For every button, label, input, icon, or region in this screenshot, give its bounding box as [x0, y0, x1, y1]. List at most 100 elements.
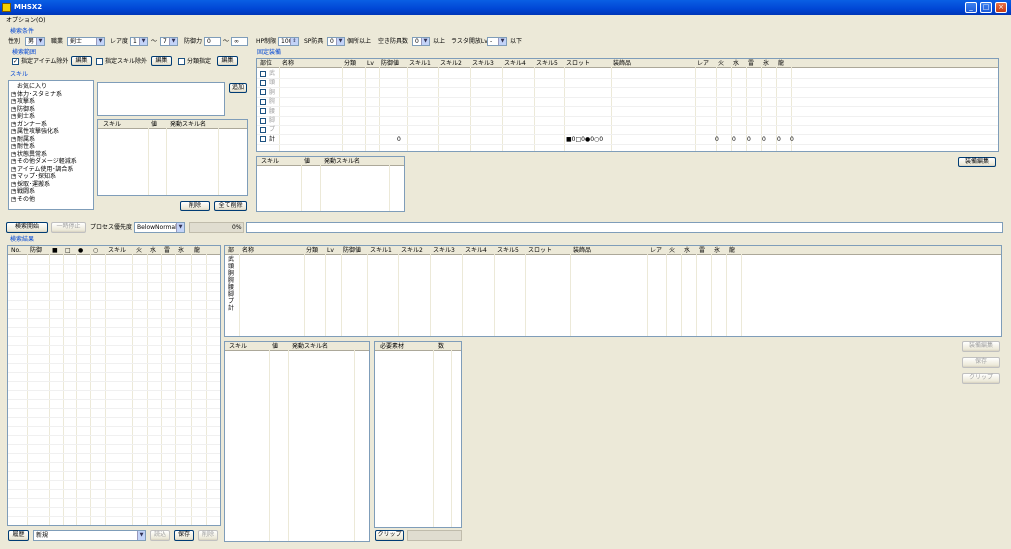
skill-tree-node[interactable]: +耐性系 [9, 143, 93, 151]
skill-candidate-list[interactable] [97, 82, 225, 116]
fixed-skill-table[interactable]: スキル 値 発動スキル名 [256, 156, 405, 212]
defense-min-input[interactable]: 0 [204, 37, 221, 46]
expand-icon[interactable]: + [11, 174, 16, 179]
expand-icon[interactable]: + [11, 166, 16, 172]
expand-icon[interactable]: + [11, 129, 16, 134]
skill-tree-node[interactable]: +マップ･探知系 [9, 173, 93, 181]
expand-icon[interactable]: + [11, 106, 16, 112]
exclude-item-checkbox[interactable]: ✓ [12, 58, 19, 65]
search-range-label: 検索範囲 [12, 49, 37, 56]
slot-label: 空き防具数 [378, 38, 409, 45]
skill-tree-node-label: 状態異常系 [17, 150, 48, 158]
delete-all-skills-button[interactable]: 全て削除 [214, 201, 247, 211]
part-lock-checkbox[interactable] [260, 98, 266, 105]
part-label: 頭 [269, 79, 276, 87]
expand-icon[interactable]: + [11, 196, 16, 202]
sp-suffix: 個所以上 [347, 38, 372, 45]
expand-icon[interactable]: + [11, 114, 16, 119]
expand-icon[interactable]: + [11, 181, 16, 187]
fixed-col-header: 龍 [778, 60, 785, 67]
rarity-min-select[interactable]: 1 ▼ [130, 37, 148, 46]
fixed-equipment-table[interactable]: 部位 名称 分類 Lv 防御値 スキル1 スキル2 スキル3 スキル4 スキル5 スロット 装飾品 レア… [256, 58, 999, 152]
hp-stepper[interactable]: 100 ⇕ [278, 37, 299, 46]
row-divider [8, 480, 220, 481]
skill-tree-node[interactable]: +属性攻撃強化系 [9, 128, 93, 136]
skill-tree-node[interactable]: +攻撃系 [9, 98, 93, 106]
save-history-button[interactable]: 保存 [174, 530, 194, 541]
detail-equipment-table[interactable]: 部名称 分類 Lv 防御値 スキル1 スキル2 スキル3 スキル4 スキル5 スロット 装飾品 レア火… [224, 245, 1002, 337]
defense-max-input[interactable]: ∞ [231, 37, 248, 46]
minimize-button[interactable]: _ [965, 2, 977, 13]
detail-clip-button[interactable]: クリップ [962, 373, 1000, 384]
history-button[interactable]: 履歴 [8, 530, 29, 541]
start-search-button[interactable]: 検索開始 [6, 222, 48, 233]
skill-tree-node[interactable]: +アイテム使用･調合系 [9, 166, 93, 174]
part-lock-checkbox[interactable] [260, 117, 266, 124]
expand-icon[interactable]: + [11, 121, 16, 127]
rarity-max-select[interactable]: 7 ▼ [160, 37, 178, 46]
job-select[interactable]: 剣士 ▼ [67, 37, 105, 46]
skill-tree[interactable]: お気に入り +体力･スタミナ系 +攻撃系 +防御系 +剣士系 +ガンナー系 +属性攻撃強化系… [8, 80, 94, 210]
gender-select[interactable]: 男 ▼ [25, 37, 45, 46]
class-spec-checkbox[interactable] [178, 58, 185, 65]
lastlv-select[interactable]: - ▼ [487, 37, 507, 46]
detail-col-header: スキル5 [497, 247, 519, 254]
detail-equip-edit-button[interactable]: 装備編集 [962, 341, 1000, 352]
column-divider [161, 246, 162, 525]
skill-tree-node[interactable]: +防御系 [9, 106, 93, 114]
history-select[interactable]: 新規 ▼ [33, 530, 146, 541]
edit-class-spec-button[interactable]: 編集 [217, 56, 238, 66]
expand-icon[interactable]: + [11, 99, 16, 104]
skill-tree-node[interactable]: お気に入り [9, 83, 93, 91]
skill-tree-node[interactable]: +体力･スタミナ系 [9, 91, 93, 99]
close-button[interactable]: × [995, 2, 1007, 13]
delete-skill-button[interactable]: 削除 [180, 201, 210, 211]
results-col-header: ○ [93, 247, 99, 254]
detail-skill-table[interactable]: スキル 値 発動スキル名 [224, 341, 370, 542]
skill-tree-node[interactable]: +その他ダメージ軽減系 [9, 158, 93, 166]
results-table[interactable]: No. 防御 ■ □ ● ○ スキル 火水雷氷 龍 [7, 245, 221, 526]
expand-icon[interactable]: + [11, 144, 16, 149]
slot-select[interactable]: 0 ▼ [412, 37, 430, 46]
detail-save-button[interactable]: 保存 [962, 357, 1000, 368]
maximize-button[interactable]: □ [980, 2, 992, 13]
material-table[interactable]: 必要素材 数 [374, 341, 462, 528]
expand-icon[interactable]: + [11, 136, 16, 142]
skill-tree-node[interactable]: +耐属系 [9, 136, 93, 144]
delete-history-button[interactable]: 削除 [198, 530, 218, 541]
menu-options[interactable]: オプション(O) [6, 17, 45, 24]
skill-tree-node[interactable]: +戦闘系 [9, 188, 93, 196]
part-lock-checkbox[interactable] [260, 108, 266, 115]
row-divider [8, 327, 220, 328]
expand-icon[interactable]: + [11, 159, 16, 164]
skill-tree-node[interactable]: +ガンナー系 [9, 121, 93, 129]
skill-tree-node[interactable]: +状態異常系 [9, 151, 93, 159]
expand-icon[interactable]: + [11, 151, 16, 157]
equip-edit-button[interactable]: 装備編集 [958, 157, 996, 167]
edit-exclude-item-button[interactable]: 編集 [71, 56, 92, 66]
sp-select[interactable]: 0 ▼ [327, 37, 345, 46]
skill-tree-node[interactable]: +剣士系 [9, 113, 93, 121]
part-lock-checkbox[interactable] [260, 70, 266, 77]
expand-icon[interactable]: + [11, 91, 16, 97]
load-history-button[interactable]: 読込 [150, 530, 170, 541]
expand-icon[interactable]: + [11, 189, 16, 194]
edit-exclude-skill-button[interactable]: 編集 [151, 56, 172, 66]
selected-skill-table[interactable]: スキル 値 発動スキル名 [97, 119, 248, 196]
skill-tree-node-label: 攻撃系 [17, 98, 36, 105]
skill-tree-node[interactable]: +その他 [9, 196, 93, 204]
add-skill-button[interactable]: 追加 [229, 83, 247, 93]
part-lock-checkbox[interactable] [260, 136, 266, 143]
material-clip-button[interactable]: クリップ [375, 530, 404, 541]
fixed-col-header: 装飾品 [613, 60, 632, 67]
exclude-skill-checkbox[interactable] [96, 58, 103, 65]
column-divider [525, 246, 526, 336]
part-lock-checkbox[interactable] [260, 79, 266, 86]
column-divider [494, 246, 495, 336]
pause-button[interactable]: 一時停止 [51, 222, 86, 233]
part-lock-checkbox[interactable] [260, 126, 266, 133]
column-divider [367, 246, 368, 336]
skill-tree-node[interactable]: +採取･運搬系 [9, 181, 93, 189]
part-lock-checkbox[interactable] [260, 89, 266, 96]
priority-select[interactable]: BelowNormal ▼ [134, 222, 185, 233]
